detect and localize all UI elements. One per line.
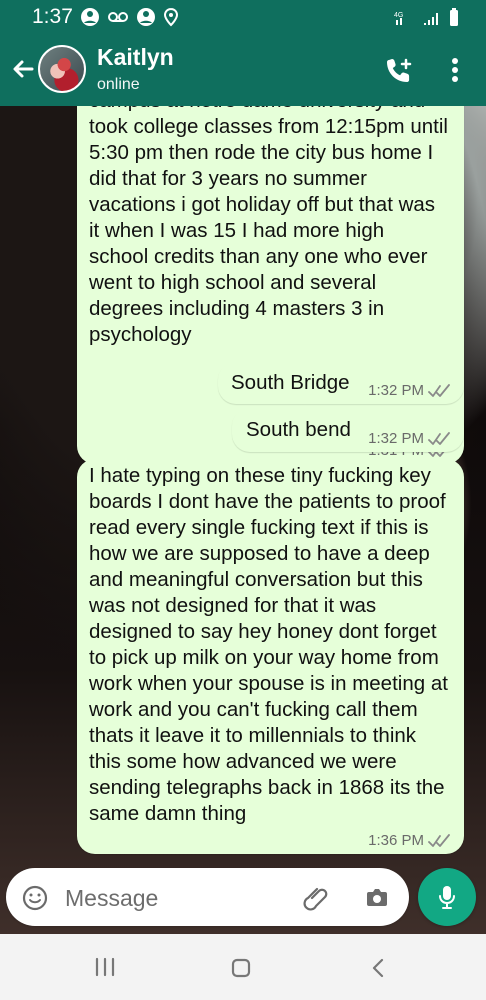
message-bubble[interactable]: South bend 1:32 PM (232, 408, 464, 452)
message-meta: 1:32 PM (368, 382, 450, 399)
chevron-left-icon[interactable] (368, 956, 388, 980)
microphone-icon[interactable] (418, 868, 476, 926)
network-icon: 4G (394, 9, 414, 27)
location-icon (162, 7, 180, 27)
message-bubble[interactable]: I hate typing on these tiny fucking key … (77, 459, 464, 854)
emoji-icon[interactable] (20, 883, 50, 913)
message-meta: 1:36 PM (368, 832, 450, 849)
double-check-icon (428, 431, 450, 446)
message-text: campus at notre dame university and took… (89, 106, 448, 346)
message-input[interactable] (63, 881, 287, 915)
message-text: I hate typing on these tiny fucking key … (89, 464, 448, 825)
double-check-icon (428, 833, 450, 848)
signal-icon (422, 9, 440, 27)
camera-icon[interactable] (362, 883, 392, 913)
chat-area[interactable]: campus at notre dame university and took… (0, 106, 486, 934)
voicemail-icon (106, 7, 130, 27)
status-time: 1:37 (32, 5, 73, 28)
status-bar: 1:37 4G (0, 0, 486, 34)
message-time: 1:32 PM (368, 430, 424, 447)
message-text: South Bridge (231, 371, 350, 394)
navigation-bar (0, 934, 486, 1000)
chat-header: Kaitlyn online (0, 34, 486, 106)
account-icon-2 (136, 7, 156, 27)
add-call-icon[interactable] (383, 54, 415, 86)
status-icons-left (80, 7, 180, 27)
message-time: 1:36 PM (368, 832, 424, 849)
account-icon (80, 7, 100, 27)
paperclip-icon[interactable] (302, 883, 332, 913)
home-icon[interactable] (229, 956, 253, 980)
message-composer (6, 868, 409, 926)
contact-avatar[interactable] (38, 45, 86, 93)
message-text: South bend (246, 418, 351, 441)
message-time: 1:32 PM (368, 382, 424, 399)
double-check-icon (428, 383, 450, 398)
svg-text:4G: 4G (394, 12, 403, 19)
contact-status: online (97, 76, 140, 93)
contact-name[interactable]: Kaitlyn (97, 44, 174, 71)
more-vert-icon[interactable] (445, 55, 465, 85)
message-bubble[interactable]: South Bridge 1:32 PM (218, 362, 464, 404)
recent-apps-icon[interactable] (92, 955, 118, 979)
status-icons-right: 4G (394, 8, 460, 28)
battery-icon (448, 8, 460, 28)
back-arrow-icon[interactable] (8, 54, 38, 84)
message-meta: 1:32 PM (368, 430, 450, 447)
